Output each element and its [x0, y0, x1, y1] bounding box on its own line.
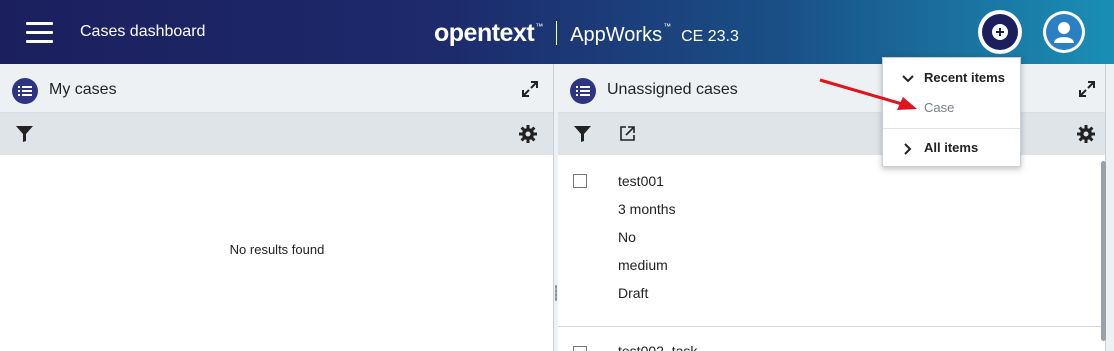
unassigned-cases-panel: Unassigned cases test001 3 months No med…	[558, 64, 1106, 351]
list-item[interactable]: test001 3 months No medium Draft	[558, 155, 1106, 327]
case-name: test001	[618, 173, 664, 189]
empty-message: No results found	[229, 242, 325, 257]
case-status: Draft	[618, 285, 649, 301]
app-title: Cases dashboard	[80, 23, 206, 40]
recent-items-toggle[interactable]: Recent items	[883, 66, 1020, 94]
scrollbar[interactable]	[1101, 161, 1106, 341]
list-icon	[12, 78, 38, 104]
hamburger-menu-icon[interactable]	[26, 20, 53, 44]
chevron-down-icon	[902, 75, 914, 83]
filter-icon[interactable]	[16, 126, 33, 142]
list-item[interactable]: test002_task	[558, 327, 1106, 351]
chevron-right-icon	[904, 143, 912, 155]
case-checkbox[interactable]	[573, 346, 587, 351]
case-field: 3 months	[618, 201, 676, 217]
open-external-icon[interactable]	[620, 126, 635, 141]
user-profile-button[interactable]	[1043, 11, 1085, 53]
case-checkbox[interactable]	[573, 174, 587, 188]
brand-trademark: ™	[535, 22, 544, 31]
brand-product: AppWorks	[570, 24, 663, 46]
gear-icon[interactable]	[1077, 125, 1095, 143]
brand-version: CE 23.3	[681, 28, 739, 45]
my-cases-panel: My cases	[0, 64, 554, 351]
panel-toolbar	[558, 113, 1105, 155]
create-button[interactable]	[978, 10, 1022, 54]
splitter-grip[interactable]	[555, 285, 557, 301]
list-icon	[570, 78, 596, 104]
top-header: Cases dashboard opentext ™ AppWorks ™ CE…	[0, 0, 1114, 64]
all-items-label: All items	[924, 140, 979, 155]
brand-logo: opentext ™ AppWorks ™ CE 23.3	[434, 17, 739, 48]
panel-header: Unassigned cases	[558, 64, 1105, 113]
product-trademark: ™	[663, 22, 672, 31]
create-dropdown-menu: Recent items Case All items	[882, 57, 1021, 167]
panel-title: Unassigned cases	[607, 81, 738, 98]
panel-header: My cases	[0, 64, 553, 113]
filter-icon[interactable]	[574, 126, 591, 142]
gear-icon[interactable]	[519, 125, 537, 143]
recent-item-label: Case	[924, 100, 955, 115]
case-name: test002_task	[618, 343, 698, 351]
expand-icon[interactable]	[521, 80, 539, 98]
opentext-logo: opentext	[434, 19, 535, 47]
recent-items-label: Recent items	[924, 70, 1005, 85]
panel-title: My cases	[49, 81, 117, 98]
case-field: medium	[618, 257, 668, 273]
menu-divider	[883, 128, 1020, 129]
case-list: test001 3 months No medium Draft test002…	[558, 155, 1106, 351]
panel-toolbar	[0, 113, 553, 155]
brand-divider	[556, 21, 558, 45]
expand-icon[interactable]	[1078, 80, 1096, 98]
all-items-toggle[interactable]: All items	[883, 136, 1020, 164]
user-icon	[1046, 14, 1082, 50]
plus-circle-icon	[992, 24, 1008, 40]
case-field: No	[618, 229, 636, 245]
recent-item-case[interactable]: Case	[883, 96, 1020, 124]
